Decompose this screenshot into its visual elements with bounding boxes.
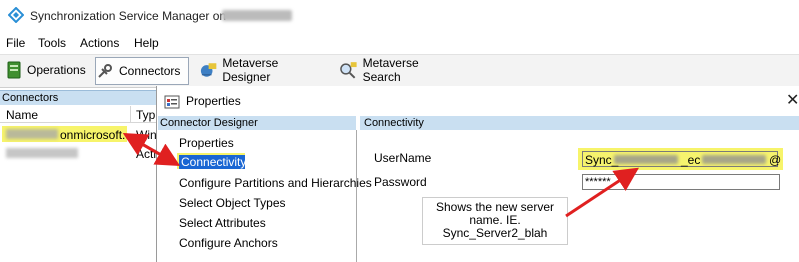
arrow-to-username [565,167,640,218]
arrow-from-connectivity [127,134,181,166]
annotation-arrows [122,133,640,218]
